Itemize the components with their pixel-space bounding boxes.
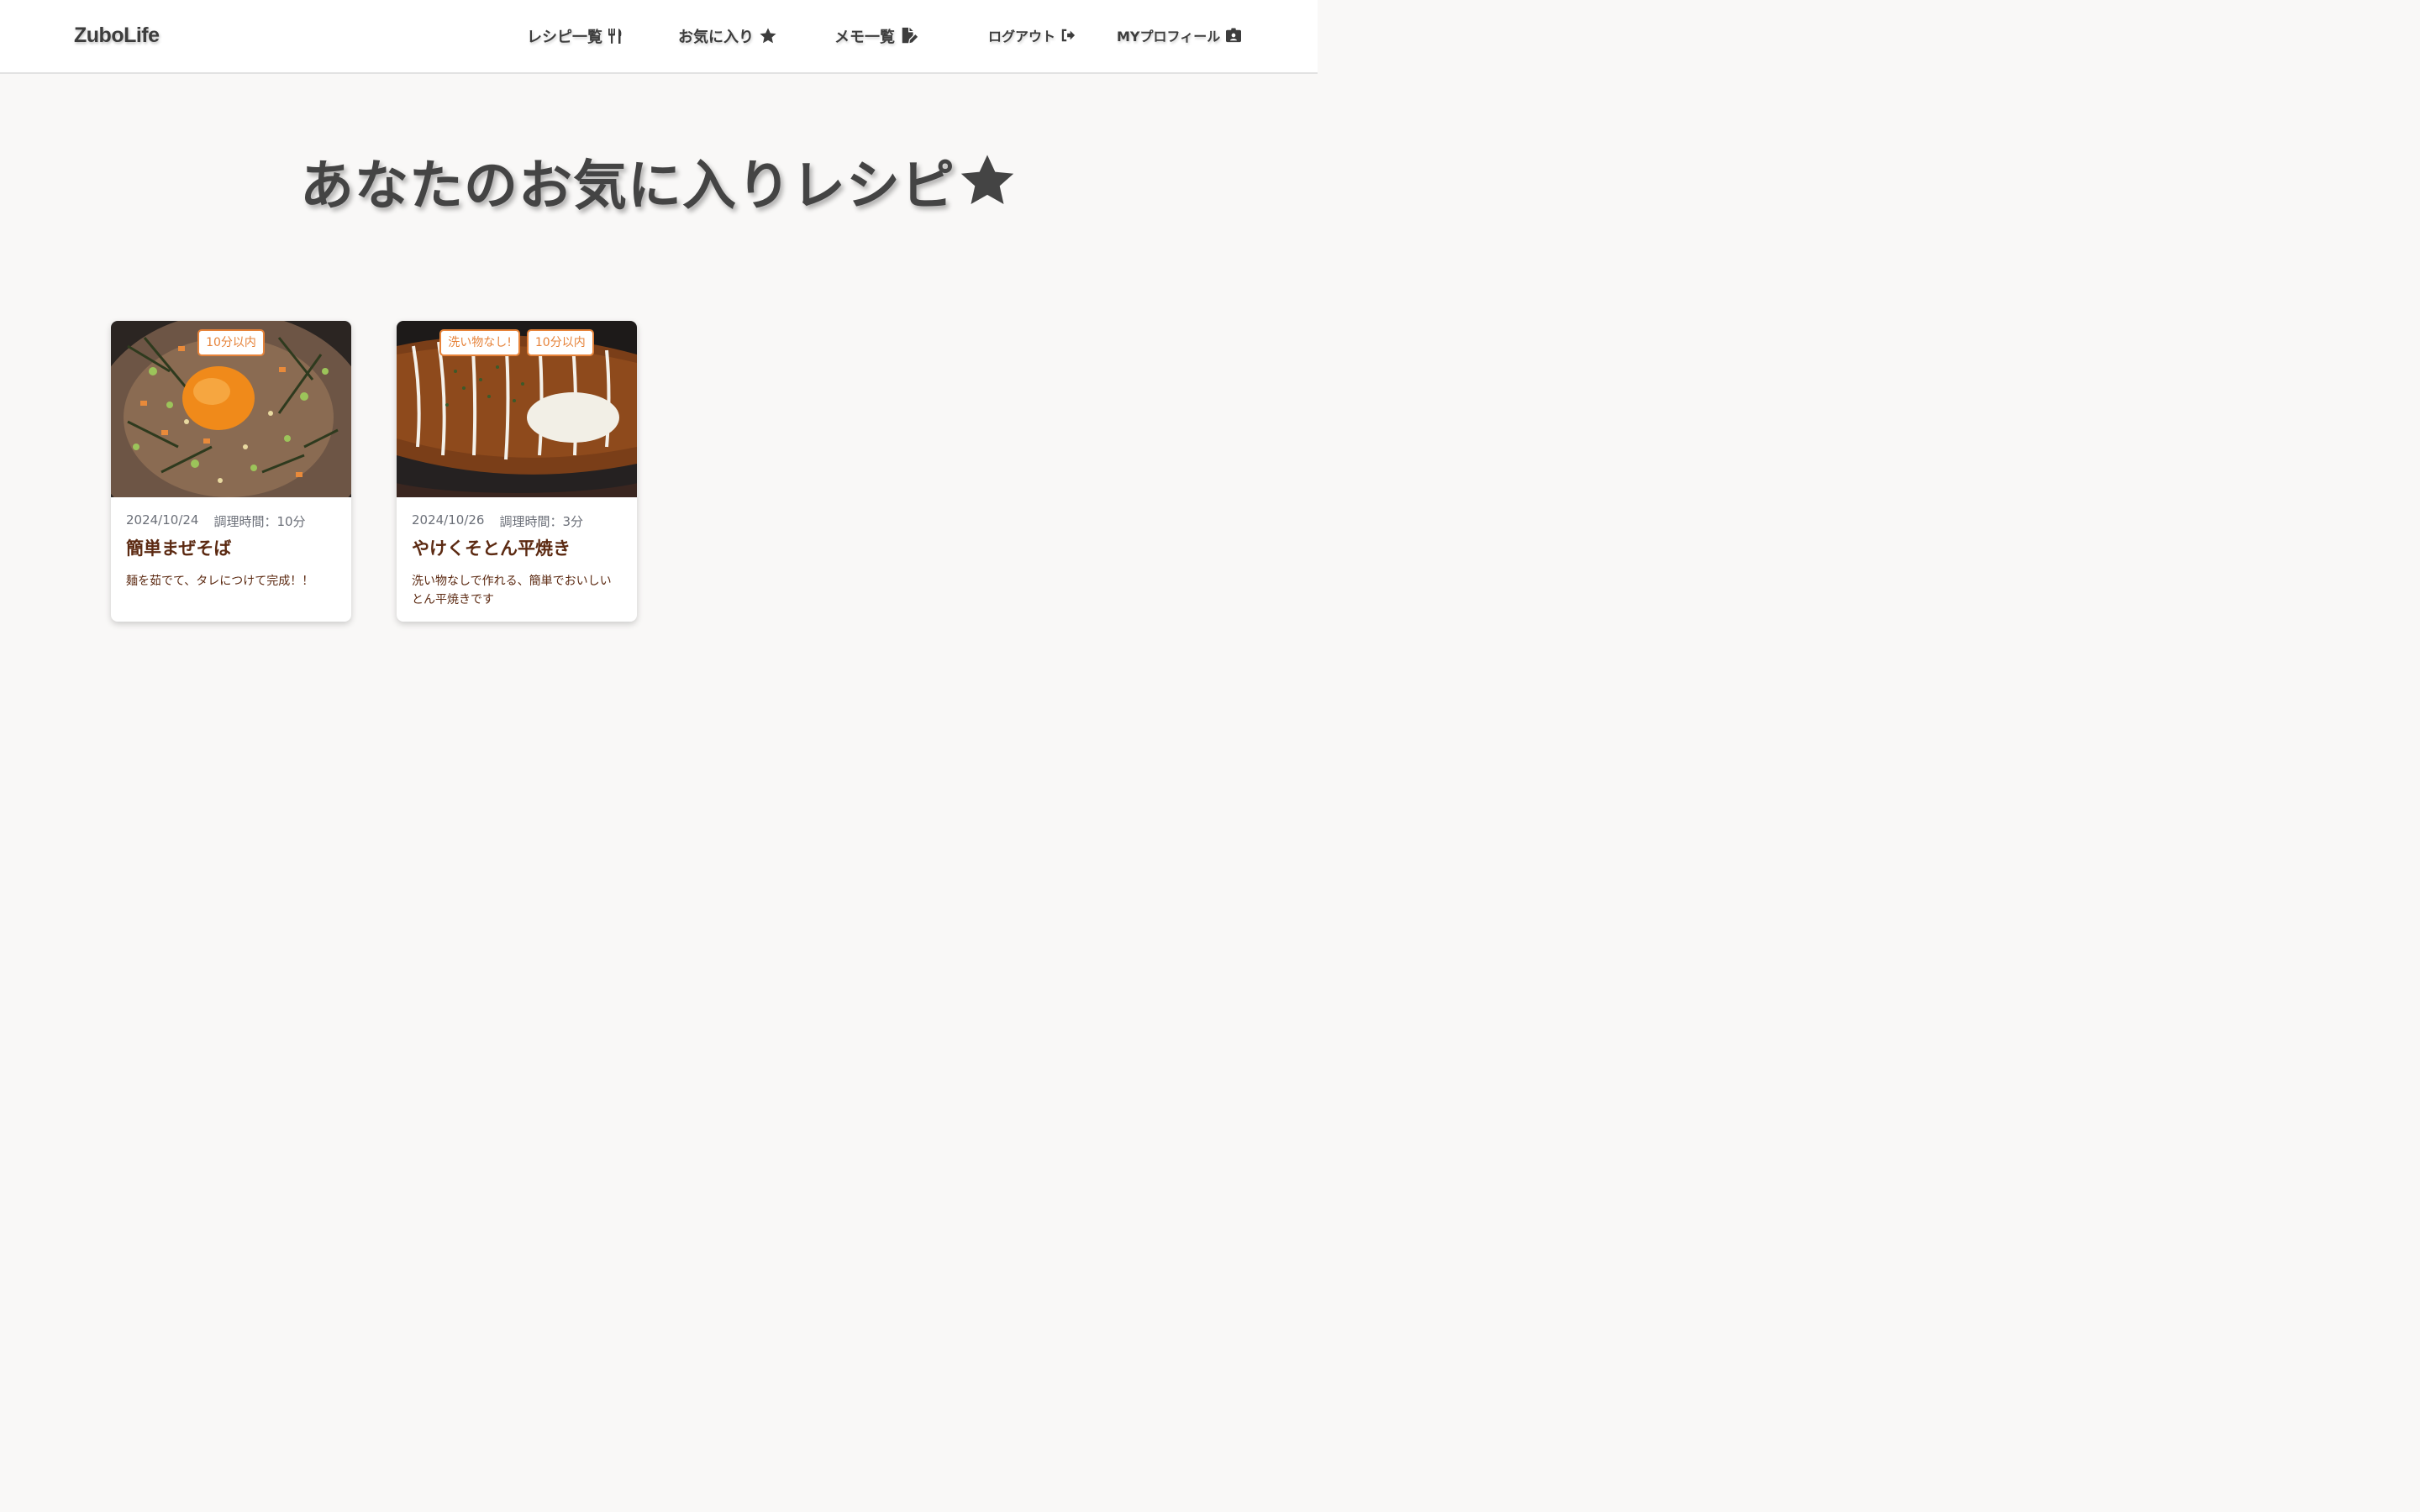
nav-profile-link[interactable]: MYプロフィール — [1117, 25, 1242, 45]
tag-badge: 10分以内 — [526, 329, 594, 356]
recipe-title: やけくそとん平焼き — [412, 538, 571, 559]
recipe-card[interactable]: 洗い物なし! 10分以内 2024/10/26 調理時間：3分 やけくそとん平焼… — [397, 321, 637, 622]
nav-logout-label: ログアウト — [988, 29, 1056, 45]
star-icon — [760, 28, 776, 44]
recipe-date: 2024/10/26 — [412, 512, 485, 528]
recipe-cook-time: 調理時間：3分 — [499, 514, 584, 529]
tag-list: 洗い物なし! 10分以内 — [397, 329, 637, 356]
file-pen-icon — [902, 27, 918, 44]
tag-badge: 洗い物なし! — [439, 329, 520, 356]
nav-favorites-label: お気に入り — [678, 29, 754, 46]
recipe-cook-time: 調理時間：10分 — [213, 514, 306, 529]
brand-logo[interactable]: ZuboLife — [74, 24, 160, 48]
logout-icon — [1061, 29, 1076, 42]
nav-favorites-link[interactable]: お気に入り — [678, 25, 777, 47]
utensils-icon — [608, 29, 622, 44]
page-title: あなたのお気に入りレシピ — [0, 143, 1318, 220]
id-badge-icon — [1226, 28, 1242, 43]
star-icon — [960, 155, 1014, 204]
recipe-image: 洗い物なし! 10分以内 — [397, 321, 637, 497]
recipe-description: 麺を茹でて、タレにつけて完成！！ — [126, 575, 314, 588]
recipe-date: 2024/10/24 — [126, 512, 199, 528]
tag-list: 10分以内 — [111, 329, 351, 356]
nav-recipes-label: レシピ一覧 — [527, 29, 602, 46]
nav-memos-link[interactable]: メモ一覧 — [834, 25, 918, 47]
recipe-image: 10分以内 — [111, 321, 351, 497]
tag-badge: 10分以内 — [197, 329, 265, 356]
page-title-text: あなたのお気に入りレシピ — [300, 155, 955, 218]
recipe-title: 簡単まぜそば — [126, 538, 232, 559]
nav-logout-link[interactable]: ログアウト — [988, 25, 1076, 45]
nav-memos-label: メモ一覧 — [834, 29, 895, 46]
recipe-card[interactable]: 10分以内 2024/10/24 調理時間：10分 簡単まぜそば 麺を茹でて、タ… — [111, 321, 351, 622]
nav-profile-label: MYプロフィール — [1117, 29, 1221, 45]
recipe-description: 洗い物なしで作れる、簡単でおいしいとん平焼きです — [412, 575, 612, 606]
navbar: ZuboLife レシピ一覧 お気に入り メモ一覧 ログアウト MYプロフィール — [0, 0, 1318, 74]
nav-recipes-link[interactable]: レシピ一覧 — [527, 25, 623, 47]
